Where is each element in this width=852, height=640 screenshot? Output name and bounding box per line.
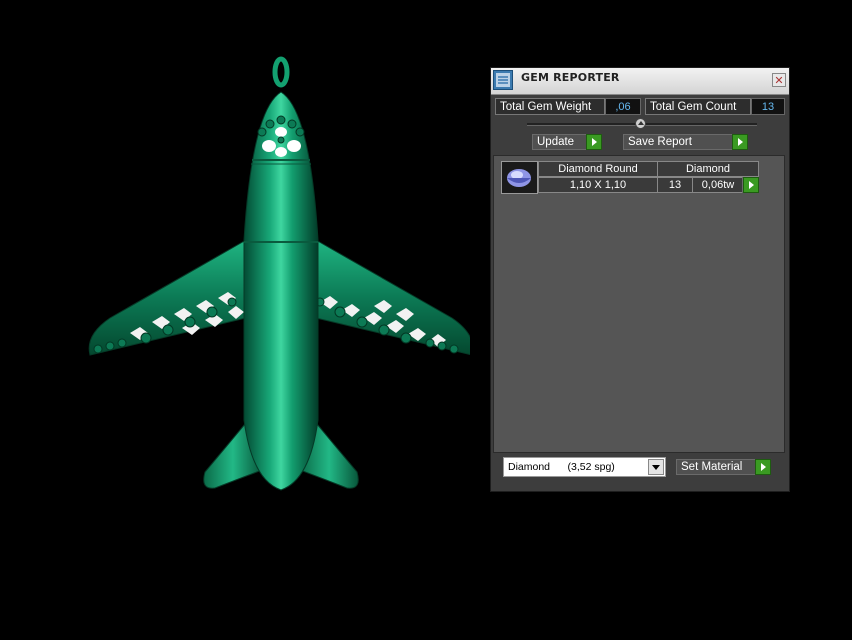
play-arrow-icon [586,134,602,150]
right-wing [315,239,474,356]
gem-material-cell: Diamond [657,161,759,177]
gem-count-cell: 13 [657,177,693,193]
total-gem-weight-value: ,06 [605,98,641,115]
total-gem-count-value: 13 [751,98,785,115]
3d-viewport[interactable] [0,0,474,636]
material-select[interactable]: Diamond (3,52 spg) [503,457,666,477]
play-arrow-icon [743,177,759,193]
update-button[interactable]: Update [532,134,602,150]
bail-loop [272,56,290,88]
play-arrow-icon [732,134,748,150]
title-bar[interactable]: GEM REPORTER ✕ [491,68,789,95]
save-report-button-label: Save Report [628,136,692,148]
save-report-button[interactable]: Save Report [623,134,748,150]
total-gem-count-label: Total Gem Count [645,98,751,115]
window-title: GEM REPORTER [521,71,620,84]
total-gem-weight-label: Total Gem Weight [495,98,605,115]
gem-reporter-icon [493,70,513,90]
gem-size-cell: 1,10 X 1,10 [538,177,658,193]
splitter-handle[interactable] [635,118,646,129]
play-arrow-icon [755,459,771,475]
material-select-value: Diamond (3,52 spg) [508,461,615,473]
gem-weight-cell: 0,06tw [692,177,744,193]
set-material-button-label: Set Material [681,461,743,473]
gem-list-area[interactable]: Diamond Round Diamond 1,10 X 1,10 13 0,0… [493,155,785,453]
gem-row-select-button[interactable] [742,177,759,193]
update-button-label: Update [537,136,575,148]
gem-reporter-panel: GEM REPORTER ✕ Total Gem Weight ,06 Tota… [490,67,790,492]
close-icon[interactable]: ✕ [772,73,786,87]
airplane-pendant-model[interactable] [0,0,474,636]
round-gem-icon [501,161,538,194]
chevron-down-icon[interactable] [648,459,664,475]
gem-shape-cell: Diamond Round [538,161,658,177]
set-material-button[interactable]: Set Material [676,459,771,475]
